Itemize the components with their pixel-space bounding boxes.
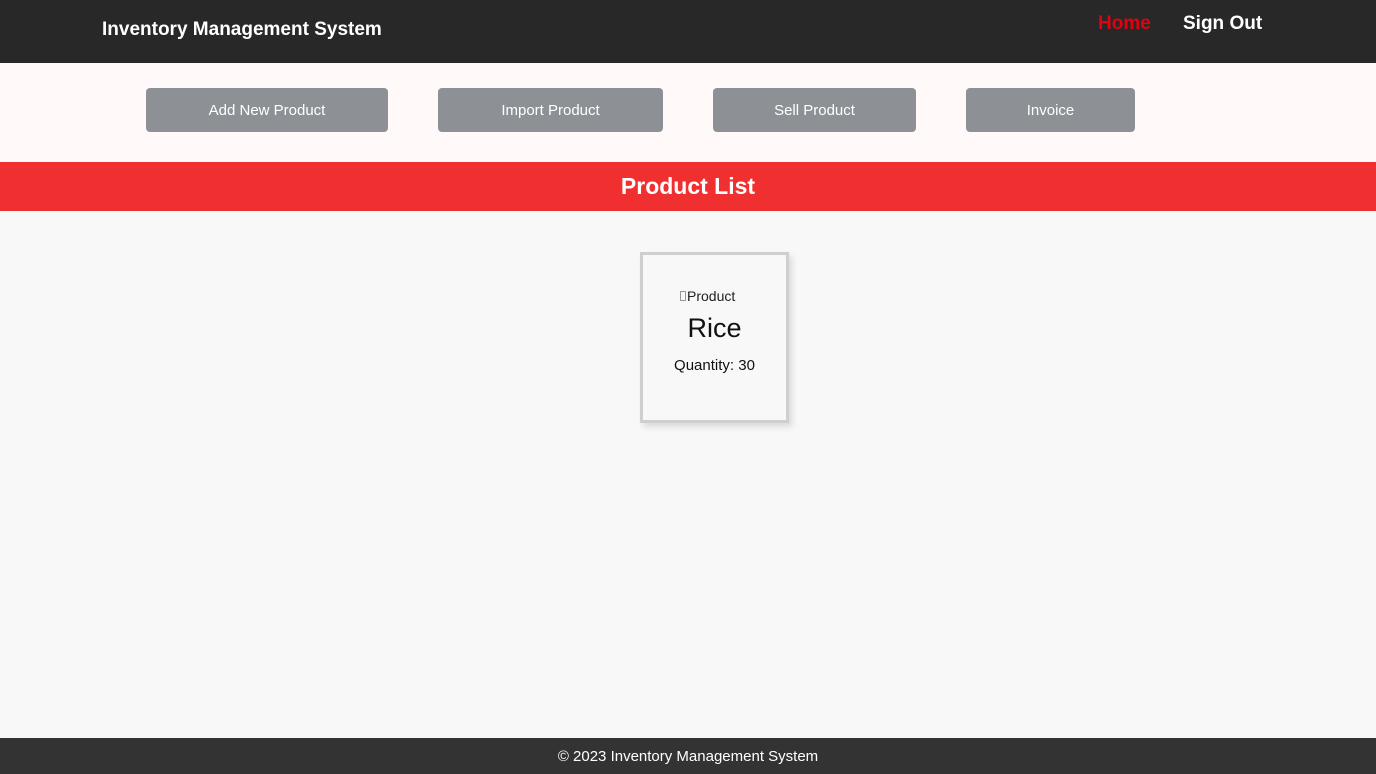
product-quantity: Quantity: 30 <box>674 357 755 374</box>
top-navbar: Inventory Management System Home Sign Ou… <box>0 0 1376 63</box>
add-new-product-button[interactable]: Add New Product <box>146 88 388 132</box>
import-product-button[interactable]: Import Product <box>438 88 663 132</box>
product-name: Rice <box>687 313 742 343</box>
action-bar: Add New Product Import Product Sell Prod… <box>0 63 1376 162</box>
invoice-button[interactable]: Invoice <box>966 88 1135 132</box>
product-image: Product <box>680 288 735 304</box>
broken-image-icon <box>680 291 686 301</box>
product-image-alt-text: Product <box>687 288 736 304</box>
page: Inventory Management System Home Sign Ou… <box>0 0 1376 774</box>
footer-copyright: © 2023 Inventory Management System <box>557 747 819 765</box>
sell-product-button[interactable]: Sell Product <box>713 88 916 132</box>
product-card[interactable]: Product Rice Quantity: 30 <box>640 252 789 423</box>
footer: © 2023 Inventory Management System <box>0 738 1376 774</box>
product-list-heading: Product List <box>0 162 1376 211</box>
nav-sign-out-link[interactable]: Sign Out <box>1183 13 1262 35</box>
brand-title: Inventory Management System <box>102 19 382 40</box>
nav-home-link[interactable]: Home <box>1098 13 1151 35</box>
